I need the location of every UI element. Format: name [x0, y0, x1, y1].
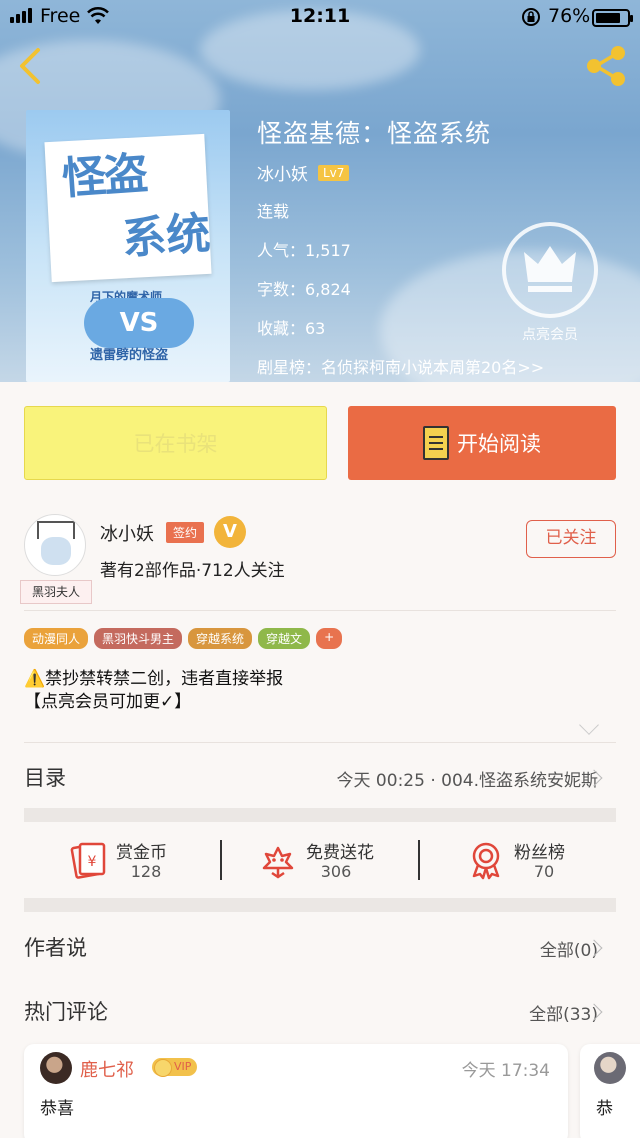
commenter-avatar[interactable]	[594, 1052, 626, 1084]
section-separator	[24, 898, 616, 912]
hot-comments-label[interactable]: 热门评论	[24, 996, 108, 1026]
vip-label[interactable]: 点亮会员	[502, 324, 598, 344]
tag-item[interactable]: 穿越系统	[188, 628, 253, 649]
stat-value: 128	[130, 862, 162, 881]
book-header: Free 12:11 76% 怪盗 系统 月下的魔术师 VS 遗雷劈的怪盗 怪盗…	[0, 0, 640, 382]
avatar-face	[41, 537, 71, 565]
book-title: 怪盗基德：怪盗系统	[257, 119, 492, 148]
section-separator	[24, 808, 616, 822]
toc-label[interactable]: 目录	[24, 762, 66, 792]
book-ranking-link[interactable]: 剧星榜：名侦探柯南小说本周第20名>>	[257, 354, 544, 378]
divider	[220, 840, 222, 880]
notice-line1: ⚠️禁抄禁转禁二创，违者直接举报	[24, 669, 284, 689]
on-shelf-button[interactable]: 已在书架	[24, 406, 327, 480]
divider	[24, 742, 616, 743]
notice-line2: 【点亮会员可加更✓】	[24, 692, 192, 712]
author-says-label[interactable]: 作者说	[24, 932, 87, 962]
rotation-lock-icon	[522, 8, 540, 26]
cover-subtitle-bottom: 遗雷劈的怪盗	[90, 348, 169, 363]
start-reading-label: 开始阅读	[457, 432, 541, 456]
comment-text: 恭	[596, 1099, 613, 1119]
more-tags-button[interactable]: +	[316, 628, 343, 649]
stat-value: 70	[533, 862, 555, 881]
cover-vs-badge: VS	[84, 298, 194, 348]
battery-icon	[592, 9, 633, 27]
book-word-count: 字数：6,824	[257, 280, 351, 299]
book-detail-body: 已在书架 开始阅读 黑羽夫人 冰小妖 签约 V 著有2部作品·712人关注 已关…	[0, 382, 640, 1138]
stat-label: 免费送花	[306, 843, 374, 863]
tag-item[interactable]: 动漫同人	[24, 628, 89, 649]
status-bar: Free 12:11 76%	[0, 0, 640, 36]
comment-card[interactable]: 鹿七祁 VIP 今天 17:34 恭喜	[24, 1044, 568, 1138]
flower-icon	[262, 846, 294, 879]
book-status: 连载	[257, 202, 290, 221]
battery-percent: 76%	[548, 5, 591, 27]
vip-badge: VIP	[152, 1058, 198, 1077]
cover-title-line2: 系统	[120, 207, 212, 265]
avatar-tag: 黑羽夫人	[20, 580, 92, 604]
free-flower-item[interactable]: 免费送花 306	[258, 834, 388, 894]
expand-chevron-icon[interactable]	[579, 715, 599, 735]
verified-badge-icon: V	[214, 516, 246, 548]
crown-icon	[524, 246, 576, 292]
commenter-name[interactable]: 鹿七祁	[80, 1056, 134, 1082]
book-favorites: 收藏：63	[257, 319, 326, 338]
comment-card[interactable]: 恭	[580, 1044, 640, 1138]
stat-value: 306	[320, 862, 352, 881]
follow-button[interactable]: 已关注	[526, 520, 616, 558]
author-avatar[interactable]	[24, 514, 86, 576]
comment-text: 恭喜	[40, 1099, 74, 1119]
start-reading-button[interactable]: 开始阅读	[348, 406, 616, 480]
divider	[24, 610, 616, 611]
svg-text:¥: ¥	[88, 854, 97, 870]
stat-label: 赏金币	[116, 843, 167, 863]
tag-list: 动漫同人 黑羽快斗男主 穿越系统 穿越文 +	[24, 628, 343, 649]
clock: 12:11	[289, 5, 351, 27]
signed-badge: 签约	[166, 522, 205, 543]
author-name[interactable]: 冰小妖	[100, 520, 154, 546]
toc-latest-chapter[interactable]: 今天 00:25 · 004.怪盗系统安妮斯	[337, 766, 598, 791]
book-popularity: 人气：1,517	[257, 241, 351, 260]
tag-item[interactable]: 穿越文	[258, 628, 311, 649]
author-stats: 著有2部作品·712人关注	[100, 561, 285, 581]
fan-ranking-item[interactable]: 粉丝榜 70	[466, 834, 586, 894]
level-badge: Lv7	[318, 164, 350, 181]
book-author-name[interactable]: 冰小妖	[257, 160, 308, 185]
divider	[418, 840, 420, 880]
stat-label: 粉丝榜	[514, 843, 565, 863]
reward-coin-icon: ¥	[70, 842, 106, 879]
back-icon[interactable]	[14, 46, 48, 86]
book-notice: ⚠️禁抄禁转禁二创，违者直接举报 【点亮会员可加更✓】	[24, 668, 283, 714]
book-cover[interactable]: 怪盗 系统 月下的魔术师 VS 遗雷劈的怪盗	[26, 110, 230, 382]
medal-icon	[472, 842, 500, 880]
book-author-row: 冰小妖 Lv7	[257, 160, 350, 185]
vip-crown-button[interactable]	[502, 222, 598, 318]
commenter-avatar[interactable]	[40, 1052, 72, 1084]
tag-item[interactable]: 黑羽快斗男主	[94, 628, 183, 649]
reward-coin-item[interactable]: ¥ 赏金币 128	[68, 834, 188, 894]
share-icon[interactable]	[584, 44, 628, 88]
comment-time: 今天 17:34	[461, 1061, 550, 1081]
book-icon	[423, 426, 449, 460]
cover-title-line1: 怪盗	[60, 148, 148, 205]
